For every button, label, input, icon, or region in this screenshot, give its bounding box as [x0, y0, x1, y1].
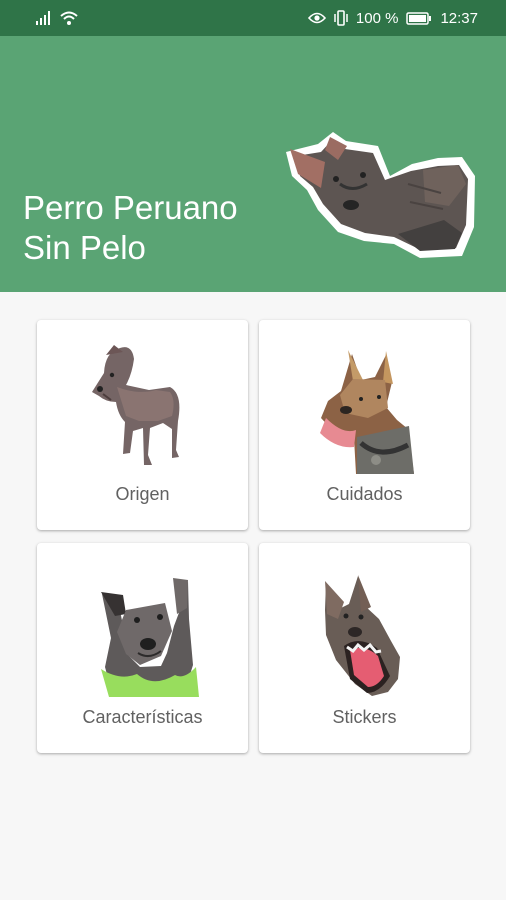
caracteristicas-label: Características [82, 707, 203, 727]
stickers-label: Stickers [332, 707, 397, 727]
status-bar: 100 % 12:37 [0, 0, 506, 36]
stickers-card[interactable]: Stickers [259, 543, 470, 753]
standing-dog-image [92, 345, 180, 465]
vibrate-icon [334, 10, 348, 26]
dog-green-bandana-image [101, 578, 199, 697]
eye-icon [307, 12, 326, 24]
dog-open-mouth-image [325, 575, 400, 696]
origen-label: Origen [115, 484, 170, 504]
cuidados-card[interactable]: Cuidados [259, 320, 470, 530]
wifi-icon [60, 11, 78, 25]
menu-grid: Origen Cuidados Características Stickers [37, 320, 471, 754]
battery-icon [406, 11, 432, 25]
battery-percentage: 100 % [355, 9, 399, 27]
lying-dog-sticker-image [286, 132, 475, 258]
clock: 12:37 [440, 9, 478, 27]
app-title: Perro Peruano Sin Pelo [23, 189, 238, 266]
signal-icon [36, 11, 52, 25]
dog-tongue-out-image [320, 350, 414, 474]
origen-card[interactable]: Origen [37, 320, 248, 530]
cuidados-label: Cuidados [326, 484, 403, 504]
caracteristicas-card[interactable]: Características [37, 543, 248, 753]
app-header: Perro Peruano Sin Pelo [0, 36, 506, 292]
